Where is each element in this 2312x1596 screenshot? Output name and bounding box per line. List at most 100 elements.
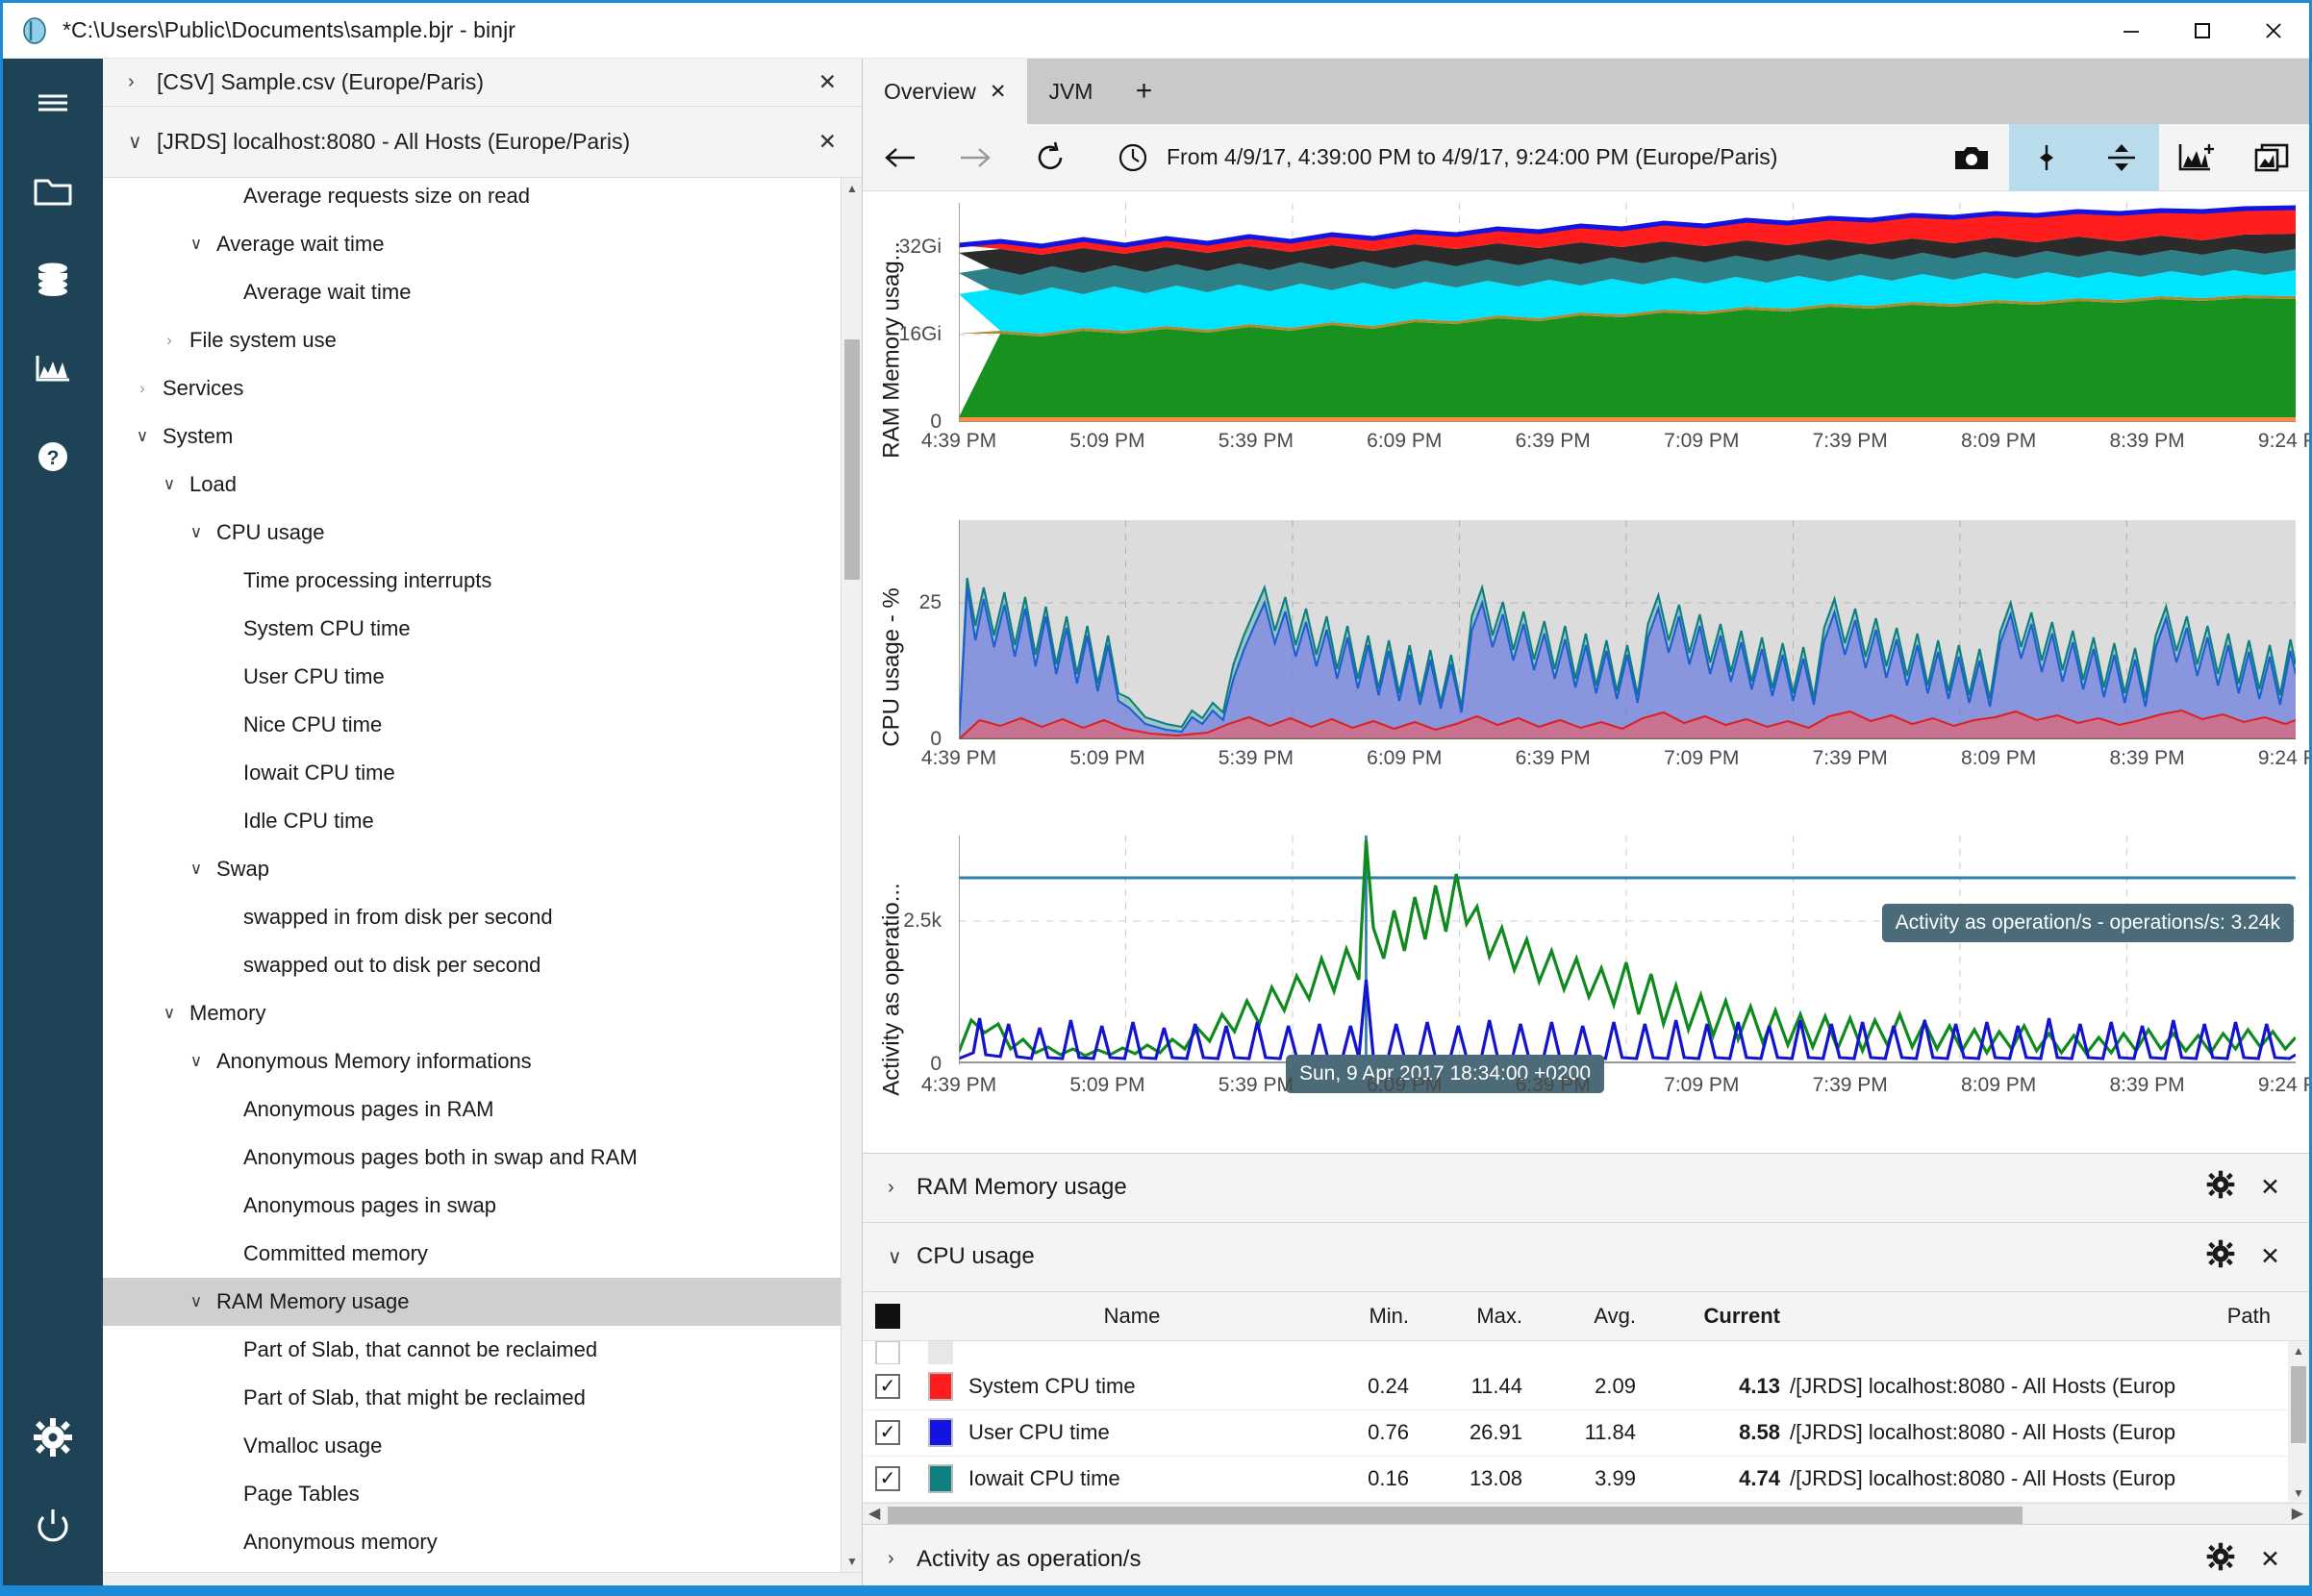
hamburger-menu-icon[interactable]	[3, 59, 103, 147]
chevron-down-icon[interactable]: ∨	[157, 1004, 182, 1023]
tree-item[interactable]: ∨ RAM Memory usage	[103, 1278, 841, 1326]
chart-cpu-usage[interactable]: CPU usage - % 0 25 4:39 PM 5:09 PM 5:39 …	[863, 509, 2309, 826]
chart-plot-1[interactable]	[959, 203, 2296, 422]
column-current[interactable]: Current	[1636, 1304, 1780, 1329]
chevron-down-icon[interactable]: ∨	[888, 1245, 917, 1269]
chevron-right-icon[interactable]: ›	[888, 1548, 917, 1570]
table-vertical-scrollbar[interactable]: ▲ ▼	[2288, 1340, 2309, 1503]
tab-overview[interactable]: Overview ✕	[863, 59, 1028, 124]
chevron-right-icon[interactable]: ›	[128, 71, 157, 93]
column-path[interactable]: Path	[1780, 1304, 2309, 1329]
tree-item[interactable]: Time processing interrupts	[103, 557, 841, 605]
time-range-selector[interactable]: From 4/9/17, 4:39:00 PM to 4/9/17, 9:24:…	[1115, 139, 1777, 176]
tree-item[interactable]: Page Tables	[103, 1470, 841, 1518]
chevron-down-icon[interactable]: ∨	[184, 1052, 209, 1071]
chevron-right-icon[interactable]: ›	[157, 331, 182, 350]
chart-gallery-button[interactable]	[2234, 124, 2309, 191]
tree-item[interactable]: › Services	[103, 364, 841, 412]
tree-item[interactable]: Anonymous pages both in swap and RAM	[103, 1134, 841, 1182]
column-name[interactable]: Name	[968, 1304, 1295, 1329]
column-min[interactable]: Min.	[1295, 1304, 1409, 1329]
gear-icon[interactable]	[2206, 1170, 2235, 1205]
table-row[interactable]: ✓ User CPU time 0.76 26.91 11.84 8.58 /[JRDS] …	[863, 1409, 2309, 1457]
forward-button[interactable]	[938, 124, 1013, 191]
chevron-down-icon[interactable]: ∨	[128, 130, 157, 154]
add-chart-button[interactable]	[2159, 124, 2234, 191]
tree-item[interactable]: Average wait time	[103, 268, 841, 316]
tree-item[interactable]: Part of Slab, that cannot be reclaimed	[103, 1326, 841, 1374]
select-all-checkbox[interactable]	[863, 1303, 913, 1329]
tree-item[interactable]: Average requests size on read	[103, 178, 841, 220]
close-icon[interactable]: ✕	[990, 80, 1007, 104]
series-color-swatch[interactable]	[913, 1372, 968, 1402]
chart-plot-2[interactable]	[959, 520, 2296, 739]
accordion-section-ram-memory-usage[interactable]: › RAM Memory usage ✕	[863, 1154, 2309, 1223]
table-horizontal-scrollbar[interactable]: ◀ ▶	[863, 1502, 2309, 1525]
tree-item[interactable]: swapped in from disk per second	[103, 893, 841, 941]
refresh-button[interactable]	[1013, 124, 1088, 191]
scroll-up-icon[interactable]: ▲	[2288, 1341, 2309, 1360]
accordion-section-cpu-usage[interactable]: ∨ CPU usage ✕	[863, 1222, 2309, 1292]
gear-icon[interactable]	[3, 1393, 103, 1482]
close-icon[interactable]: ✕	[818, 129, 837, 155]
tree-item[interactable]: ∨ Anonymous Memory informations	[103, 1037, 841, 1085]
tree-item[interactable]: Committed memory	[103, 1230, 841, 1278]
tree-item[interactable]: › File system use	[103, 316, 841, 364]
tree-item[interactable]: ∨ Load	[103, 461, 841, 509]
close-icon[interactable]: ✕	[818, 69, 837, 95]
scroll-down-icon[interactable]: ▼	[842, 1551, 862, 1572]
chevron-down-icon[interactable]: ∨	[184, 1292, 209, 1311]
tree-item[interactable]: User CPU time	[103, 653, 841, 701]
chevron-down-icon[interactable]: ∨	[184, 235, 209, 254]
tree-item[interactable]: Nice CPU time	[103, 701, 841, 749]
close-icon[interactable]: ✕	[2260, 1173, 2280, 1202]
scrollbar-thumb[interactable]	[844, 339, 860, 580]
tree-item[interactable]: ∨ CPU usage	[103, 509, 841, 557]
column-avg[interactable]: Avg.	[1522, 1304, 1636, 1329]
source-panel-jrds[interactable]: ∨ [JRDS] localhost:8080 - All Hosts (Eur…	[103, 107, 862, 178]
folder-icon[interactable]	[3, 147, 103, 236]
tree-item[interactable]: Part of Slab, that might be reclaimed	[103, 1374, 841, 1422]
row-checkbox[interactable]: ✓	[863, 1420, 913, 1446]
series-color-swatch[interactable]	[913, 1464, 968, 1494]
chart-plot-3[interactable]	[959, 835, 2296, 1064]
tree-item[interactable]: ∨ Swap	[103, 845, 841, 893]
row-checkbox[interactable]: ✓	[863, 1466, 913, 1492]
power-icon[interactable]	[3, 1482, 103, 1570]
snapshot-button[interactable]	[1934, 124, 2009, 191]
tree-item[interactable]: ∨ Average wait time	[103, 220, 841, 268]
tree-item[interactable]: Anonymous memory	[103, 1518, 841, 1566]
tree-item[interactable]: Anonymous pages in swap	[103, 1182, 841, 1230]
scrollbar-thumb[interactable]	[888, 1506, 2023, 1524]
tree-vertical-scrollbar[interactable]: ▲ ▼	[841, 178, 862, 1572]
tree-item[interactable]: swapped out to disk per second	[103, 941, 841, 989]
back-button[interactable]	[863, 124, 938, 191]
scroll-left-icon[interactable]: ◀	[868, 1504, 880, 1523]
gear-icon[interactable]	[2206, 1542, 2235, 1577]
chevron-down-icon[interactable]: ∨	[157, 475, 182, 494]
chart-activity-operations[interactable]: Activity as operatio... 0 2.5k Activity …	[863, 826, 2309, 1153]
chart-ram-memory-usage[interactable]: RAM Memory usag... 0 16Gi 32Gi 4:39 PM 5…	[863, 191, 2309, 509]
database-icon[interactable]	[3, 236, 103, 324]
close-icon[interactable]: ✕	[2260, 1242, 2280, 1271]
chart-icon[interactable]	[3, 324, 103, 412]
scroll-right-icon[interactable]: ▶	[2292, 1504, 2303, 1523]
tree-item[interactable]: ∨ Memory	[103, 989, 841, 1037]
source-panel-csv[interactable]: › [CSV] Sample.csv (Europe/Paris) ✕	[103, 59, 862, 107]
close-icon[interactable]	[2238, 3, 2309, 59]
table-row[interactable]: ✓ System CPU time 0.24 11.44 2.09 4.13 /[JRDS]…	[863, 1363, 2309, 1410]
tree-item[interactable]: Vmalloc usage	[103, 1422, 841, 1470]
horizontal-zoom-button[interactable]	[2009, 123, 2084, 191]
table-row[interactable]: ✓ Iowait CPU time 0.16 13.08 3.99 4.74 /[JRDS]…	[863, 1456, 2309, 1503]
accordion-section-activity-operations[interactable]: › Activity as operation/s ✕	[863, 1524, 2309, 1593]
tree-item[interactable]: System CPU time	[103, 605, 841, 653]
tree-item[interactable]: Anonymous pages in RAM	[103, 1085, 841, 1134]
series-color-swatch[interactable]	[913, 1418, 968, 1448]
chevron-right-icon[interactable]: ›	[888, 1177, 917, 1199]
tab-jvm[interactable]: JVM	[1027, 59, 1114, 124]
add-tab-button[interactable]: +	[1114, 59, 1173, 124]
vertical-zoom-button[interactable]	[2084, 123, 2159, 191]
column-max[interactable]: Max.	[1409, 1304, 1522, 1329]
tree-item[interactable]: Iowait CPU time	[103, 749, 841, 797]
help-icon[interactable]: ?	[3, 412, 103, 501]
